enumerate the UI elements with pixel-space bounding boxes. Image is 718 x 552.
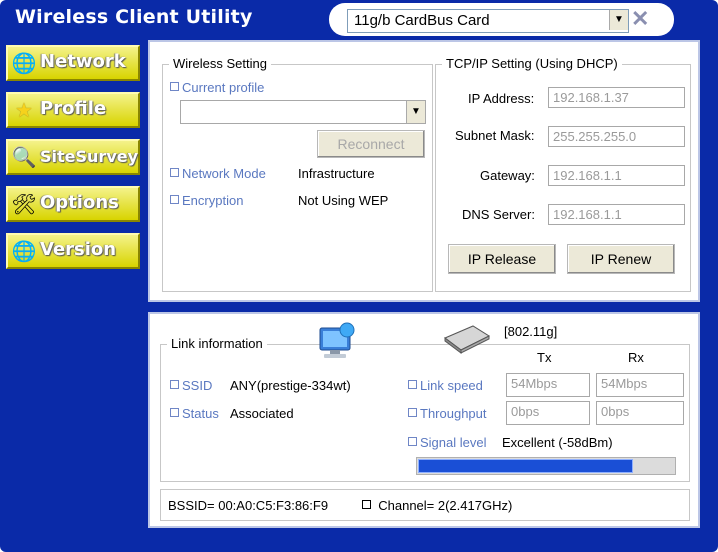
adapter-dropdown[interactable]: 11g/b CardBus Card ▼ [347, 9, 629, 33]
chevron-down-icon[interactable]: ▼ [609, 10, 628, 30]
link-speed-checkbox[interactable]: Link speed [408, 378, 483, 393]
network-mode-value: Infrastructure [298, 166, 375, 181]
throughput-tx-field[interactable]: 0bps [506, 401, 590, 425]
checkbox-icon [170, 82, 179, 91]
tx-header: Tx [537, 350, 552, 365]
globe-info-icon: 🌐 [11, 241, 37, 263]
status-checkbox[interactable]: Status [170, 406, 219, 421]
nav-network-label: Network [40, 51, 126, 72]
app-window: Wireless Client Utility 11g/b CardBus Ca… [0, 0, 718, 552]
tcpip-setting-legend: TCP/IP Setting (Using DHCP) [442, 56, 622, 71]
profile-dropdown[interactable]: ▼ [180, 100, 426, 124]
ssid-value: ANY(prestige-334wt) [230, 378, 351, 393]
link-information-legend: Link information [167, 336, 267, 351]
computer-icon [319, 322, 355, 358]
subnet-mask-label: Subnet Mask: [455, 128, 535, 143]
ip-address-field[interactable]: 192.168.1.37 [548, 87, 685, 108]
bssid-text: BSSID= 00:A0:C5:F3:86:F9 [168, 498, 329, 513]
network-card-icon [444, 325, 491, 354]
dhcp-note: (Using DHCP) [535, 56, 618, 71]
checkbox-icon [408, 437, 417, 446]
network-panel: Wireless Setting Current profile ▼ Recon… [148, 40, 700, 302]
channel-text: Channel= 2(2.417GHz) [378, 498, 513, 513]
tcpip-legend-title: TCP/IP Setting [446, 56, 532, 71]
chevron-down-icon[interactable]: ▼ [406, 101, 425, 123]
encryption-label: Encryption [182, 193, 244, 208]
gateway-label: Gateway: [480, 168, 535, 183]
checkbox-icon [170, 380, 179, 389]
nav-profile-label: Profile [40, 98, 107, 119]
link-speed-label: Link speed [420, 378, 483, 393]
wireless-standard: [802.11g] [504, 324, 558, 339]
star-icon: ★ [15, 100, 33, 122]
throughput-rx-field[interactable]: 0bps [596, 401, 684, 425]
ssid-label: SSID [182, 378, 213, 393]
checkbox-icon [170, 168, 179, 177]
dns-server-label: DNS Server: [462, 207, 535, 222]
close-icon[interactable]: ✕ [631, 6, 649, 32]
status-value: Associated [230, 406, 294, 421]
encryption-value: Not Using WEP [298, 193, 389, 208]
app-title: Wireless Client Utility [15, 6, 253, 28]
current-profile-checkbox[interactable]: Current profile [170, 80, 264, 95]
link-speed-rx-field[interactable]: 54Mbps [596, 373, 684, 397]
nav-network-button[interactable]: 🌐 Network [6, 45, 140, 81]
tools-icon: 🛠 [11, 194, 37, 216]
ip-renew-button[interactable]: IP Renew [567, 244, 675, 274]
nav-options-label: Options [40, 192, 119, 213]
ssid-checkbox[interactable]: SSID [170, 378, 212, 393]
nav-sitesurvey-label: SiteSurvey [40, 147, 139, 166]
checkbox-icon [362, 500, 371, 509]
signal-level-checkbox[interactable]: Signal level [408, 435, 487, 450]
checkbox-icon [170, 408, 179, 417]
nav-options-button[interactable]: 🛠 Options [6, 186, 140, 222]
nav-version-button[interactable]: 🌐 Version [6, 233, 140, 269]
adapter-selector: 11g/b CardBus Card ▼ ✕ [329, 3, 674, 36]
dns-server-field[interactable]: 192.168.1.1 [548, 204, 685, 225]
nav-profile-button[interactable]: ★ Profile [6, 92, 140, 128]
network-mode-checkbox[interactable]: Network Mode [170, 166, 266, 181]
nav-version-label: Version [40, 239, 117, 260]
checkbox-icon [408, 380, 417, 389]
ip-address-label: IP Address: [468, 91, 535, 106]
rx-header: Rx [628, 350, 644, 365]
globe-icon: 🌐 [11, 53, 37, 75]
subnet-mask-field[interactable]: 255.255.255.0 [548, 126, 685, 147]
signal-level-label: Signal level [420, 435, 487, 450]
checkbox-icon [408, 408, 417, 417]
channel-item: Channel= 2(2.417GHz) [362, 498, 512, 513]
signal-level-fill [418, 459, 633, 473]
signal-level-value: Excellent (-58dBm) [502, 435, 613, 450]
network-mode-label: Network Mode [182, 166, 266, 181]
adapter-selected-value: 11g/b CardBus Card [354, 12, 490, 29]
checkbox-icon [170, 195, 179, 204]
status-label: Status [182, 406, 219, 421]
signal-level-bar [416, 457, 676, 475]
current-profile-label: Current profile [182, 80, 265, 95]
reconnect-button[interactable]: Reconnect [317, 130, 425, 158]
link-speed-tx-field[interactable]: 54Mbps [506, 373, 590, 397]
wireless-setting-legend: Wireless Setting [169, 56, 271, 71]
throughput-checkbox[interactable]: Throughput [408, 406, 487, 421]
magnifier-icon: 🔍 [11, 147, 37, 169]
throughput-label: Throughput [420, 406, 487, 421]
link-panel: Link information [802.11g] Tx Rx SSID AN… [148, 312, 700, 528]
encryption-checkbox[interactable]: Encryption [170, 193, 243, 208]
gateway-field[interactable]: 192.168.1.1 [548, 165, 685, 186]
ip-release-button[interactable]: IP Release [448, 244, 556, 274]
nav-sitesurvey-button[interactable]: 🔍 SiteSurvey [6, 139, 140, 175]
